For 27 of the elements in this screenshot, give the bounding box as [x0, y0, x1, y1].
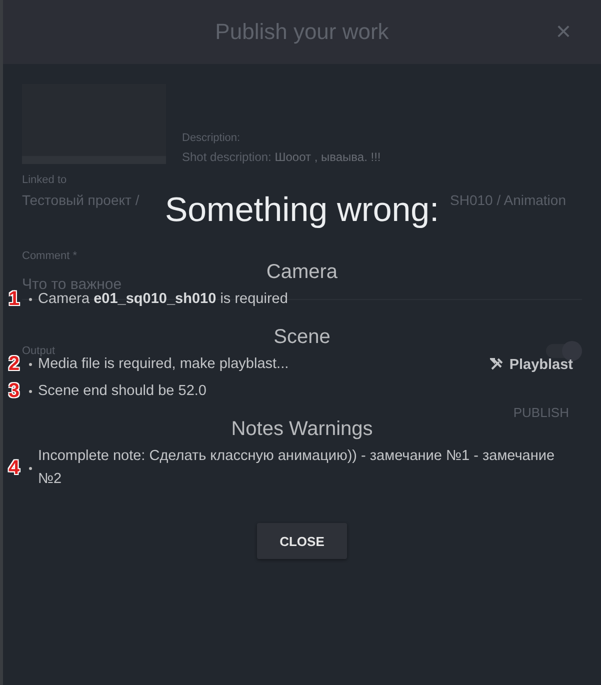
section-heading: Notes Warnings	[231, 417, 373, 441]
marker-number: 1	[7, 288, 21, 311]
linked-path: SH010 / Animation	[450, 192, 566, 208]
shot-description: Шооот , ываыва. !!!	[274, 150, 381, 164]
publish-button[interactable]: PUBLISH	[513, 405, 569, 420]
bullet-icon	[29, 466, 32, 470]
error-message: Scene end should be 52.0	[38, 382, 206, 401]
close-button[interactable]: CLOSE	[257, 523, 347, 559]
playblast-button[interactable]: Playblast	[490, 356, 573, 372]
comment-label: Comment *	[22, 250, 78, 262]
output-label: Output	[22, 345, 56, 357]
section-heading: Scene	[274, 325, 330, 349]
shot-description-label: Shot description:	[182, 150, 272, 164]
bullet-icon	[29, 363, 32, 366]
marker-number: 3	[7, 380, 21, 403]
bullet-icon	[29, 298, 32, 301]
description-label: Description:	[182, 132, 242, 144]
linked-label: Linked to	[22, 174, 68, 186]
linked-path: Тестовый проект /	[22, 192, 140, 208]
marker-number: 2	[7, 353, 21, 376]
close-button[interactable]: ×	[556, 18, 571, 44]
marker-number: 4	[7, 456, 21, 480]
error-message: Incomplete note: Сделать классную анимацию)) - замечание №1 - замечание №2	[38, 447, 556, 489]
error-message: Media file is required, make playblast...	[38, 356, 289, 374]
bullet-icon	[29, 390, 32, 393]
tools-icon	[490, 358, 504, 371]
error-title: Something wrong:	[164, 190, 440, 230]
